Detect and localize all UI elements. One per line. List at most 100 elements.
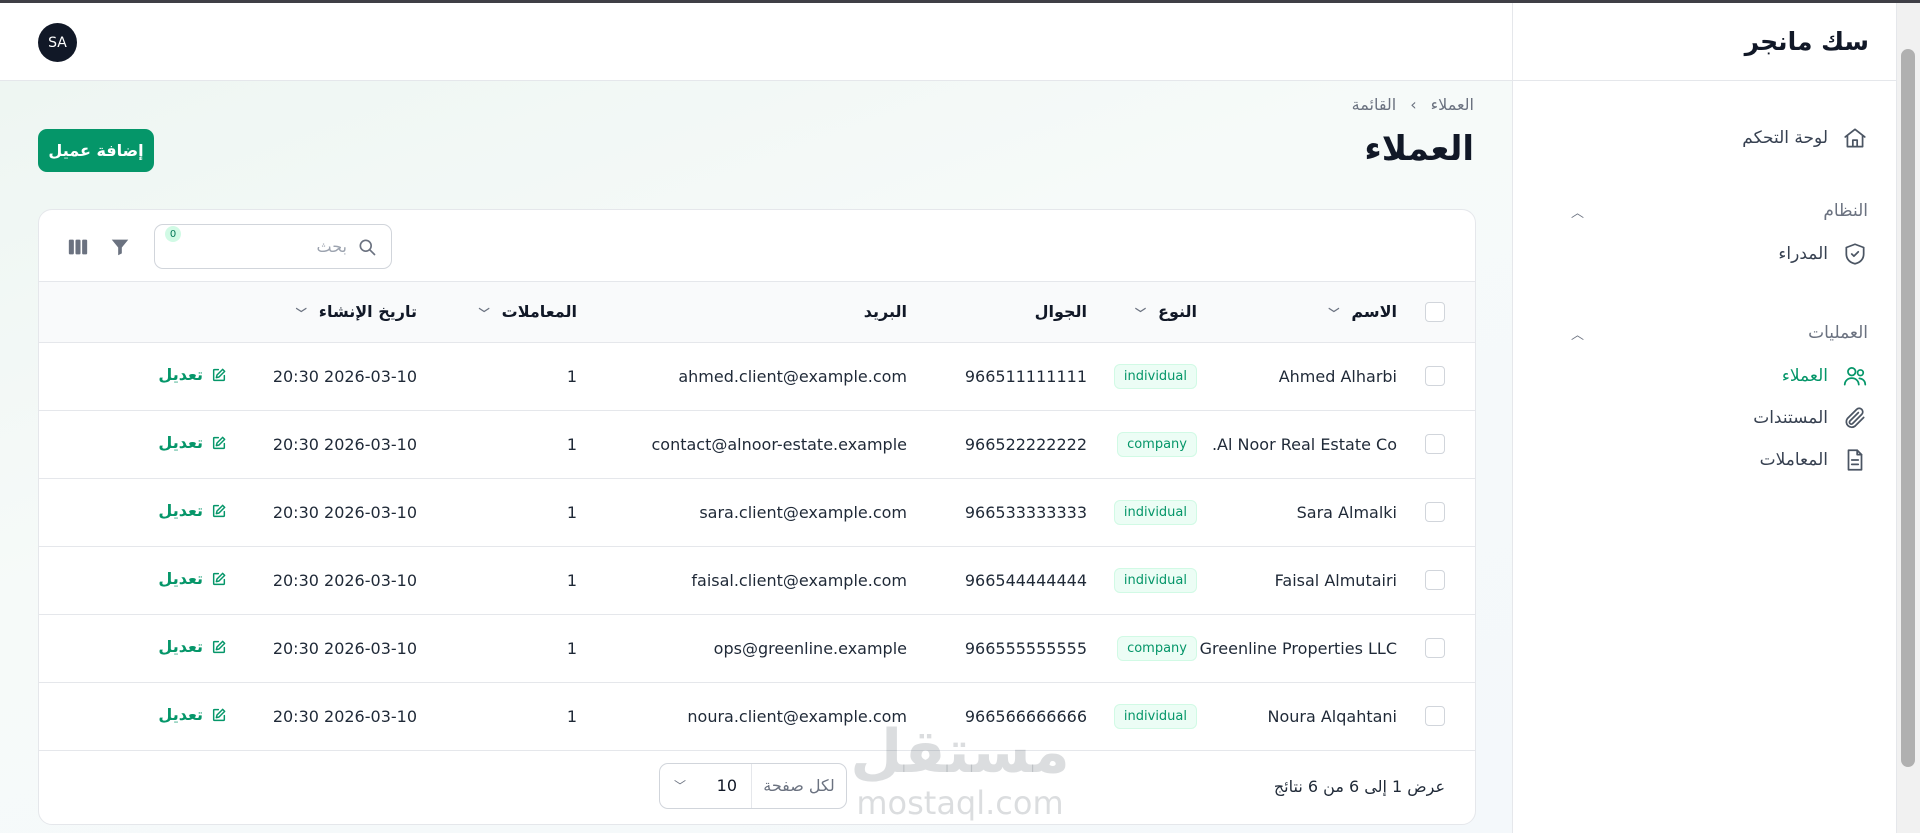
column-header-label: تاريخ الإنشاء xyxy=(318,302,417,322)
sidebar-group-label: العمليات xyxy=(1808,323,1868,343)
type-badge: individual xyxy=(1113,703,1197,729)
chevron-down-icon: ﹀ xyxy=(674,779,687,793)
cell-transactions: 1 xyxy=(566,434,577,454)
add-client-button[interactable]: إضافة عميل xyxy=(38,129,154,172)
cell-phone: 966544444444 xyxy=(964,570,1087,590)
per-page-control: لكل صفحة 10 ﹀ xyxy=(659,762,847,809)
cell-email: sara.client@example.com xyxy=(699,502,907,522)
column-header-label: المعاملات xyxy=(501,302,577,322)
column-header-email: البريد xyxy=(863,302,907,322)
edit-link[interactable]: تعديل xyxy=(158,501,227,520)
sidebar-item-dashboard[interactable]: لوحة التحكم xyxy=(1513,117,1896,159)
search-field[interactable] xyxy=(154,224,392,269)
app-brand: سك مانجر xyxy=(1513,3,1896,81)
topbar: SA xyxy=(0,3,1512,81)
sidebar-item-label: العملاء xyxy=(1781,366,1828,386)
row-checkbox[interactable] xyxy=(1425,434,1445,455)
user-avatar[interactable]: SA xyxy=(38,23,77,62)
type-badge: company xyxy=(1117,431,1197,457)
column-header-transactions[interactable]: المعاملات ﹀ xyxy=(417,282,577,342)
type-badge: company xyxy=(1117,635,1197,661)
type-badge: individual xyxy=(1113,567,1197,593)
cell-email: noura.client@example.com xyxy=(687,706,907,726)
paperclip-icon xyxy=(1845,407,1865,429)
cell-name: Noura Alqahtani xyxy=(1267,706,1397,726)
filter-button[interactable]: 0 xyxy=(109,226,181,258)
results-summary: عرض 1 إلى 6 من 6 نتائج xyxy=(1273,776,1445,796)
sidebar-item-label: المعاملات xyxy=(1759,450,1828,470)
cell-name: Sara Almalki xyxy=(1296,502,1397,522)
column-header-type[interactable]: النوع ﹀ xyxy=(1087,282,1197,342)
table-row: Faisal Almutairi individual 966544444444… xyxy=(39,546,1475,614)
edit-icon xyxy=(212,368,226,381)
edit-label: تعديل xyxy=(158,501,203,521)
cell-phone: 966522222222 xyxy=(964,434,1087,454)
row-checkbox[interactable] xyxy=(1425,366,1445,387)
table-row: Noura Alqahtani individual 966566666666 … xyxy=(39,682,1475,750)
per-page-select[interactable]: 10 ﹀ xyxy=(660,764,751,808)
page-scrollbar[interactable] xyxy=(1896,3,1920,833)
cell-email: faisal.client@example.com xyxy=(691,570,907,590)
columns-toggle-button[interactable] xyxy=(67,236,89,258)
cell-created-at: 2026-03-10 20:30 xyxy=(272,366,417,386)
cell-name: Faisal Almutairi xyxy=(1274,570,1397,590)
sidebar-item-documents[interactable]: المستندات xyxy=(1513,397,1896,439)
cell-created-at: 2026-03-10 20:30 xyxy=(272,434,417,454)
sidebar-nav: لوحة التحكم النظام ︿ المدراء العمليات ︿ … xyxy=(1513,81,1896,481)
edit-link[interactable]: تعديل xyxy=(158,433,227,452)
edit-link[interactable]: تعديل xyxy=(158,637,227,656)
cell-created-at: 2026-03-10 20:30 xyxy=(272,570,417,590)
cell-created-at: 2026-03-10 20:30 xyxy=(272,502,417,522)
edit-link[interactable]: تعديل xyxy=(158,365,227,384)
table-row: Al Noor Real Estate Co. company 96652222… xyxy=(39,410,1475,478)
column-header-label: النوع xyxy=(1158,302,1197,322)
row-checkbox[interactable] xyxy=(1425,638,1445,659)
edit-link[interactable]: تعديل xyxy=(158,705,227,724)
edit-icon xyxy=(212,436,226,449)
scrollbar-thumb[interactable] xyxy=(1901,49,1915,767)
column-header-created-at[interactable]: تاريخ الإنشاء ﹀ xyxy=(227,282,417,342)
sort-chevron-icon: ﹀ xyxy=(1328,307,1340,321)
table-header-row: الاسم ﹀ النوع ﹀ الجوال البريد المعاملات ﹀ ت… xyxy=(39,282,1475,342)
cell-name: Greenline Properties LLC xyxy=(1199,638,1397,658)
row-checkbox[interactable] xyxy=(1425,502,1445,523)
select-all-cell xyxy=(1397,282,1475,342)
column-header-actions xyxy=(39,282,227,342)
breadcrumb-parent[interactable]: العملاء xyxy=(1431,95,1474,114)
cell-created-at: 2026-03-10 20:30 xyxy=(272,706,417,726)
column-header-phone: الجوال xyxy=(1034,302,1087,322)
row-checkbox[interactable] xyxy=(1425,706,1445,727)
breadcrumb: العملاء › القائمة xyxy=(1352,95,1474,114)
cell-transactions: 1 xyxy=(566,570,577,590)
cell-phone: 966555555555 xyxy=(964,638,1087,658)
edit-icon xyxy=(212,572,226,585)
edit-link[interactable]: تعديل xyxy=(158,569,227,588)
sidebar-item-label: المستندات xyxy=(1753,408,1828,428)
cell-name: Al Noor Real Estate Co. xyxy=(1211,434,1397,454)
cell-transactions: 1 xyxy=(566,366,577,386)
per-page-label: لكل صفحة xyxy=(751,763,846,808)
type-badge: individual xyxy=(1113,499,1197,525)
select-all-checkbox[interactable] xyxy=(1425,302,1445,322)
cell-phone: 966533333333 xyxy=(964,502,1087,522)
column-header-name[interactable]: الاسم ﹀ xyxy=(1197,282,1397,342)
search-icon xyxy=(359,239,376,255)
type-badge: individual xyxy=(1113,363,1197,389)
sort-chevron-icon: ﹀ xyxy=(295,307,307,321)
sidebar-group-operations[interactable]: العمليات ︿ xyxy=(1513,311,1896,355)
sidebar-group-system[interactable]: النظام ︿ xyxy=(1513,189,1896,233)
sidebar-item-clients[interactable]: العملاء xyxy=(1513,355,1896,397)
cell-name: Ahmed Alharbi xyxy=(1278,366,1397,386)
sidebar-item-label: لوحة التحكم xyxy=(1742,128,1828,148)
document-icon xyxy=(1847,449,1863,471)
sidebar-item-transactions[interactable]: المعاملات xyxy=(1513,439,1896,481)
sidebar-item-admins[interactable]: المدراء xyxy=(1513,233,1896,275)
cell-transactions: 1 xyxy=(566,638,577,658)
table-row: Sara Almalki individual 966533333333 sar… xyxy=(39,478,1475,546)
search-input[interactable] xyxy=(177,237,347,256)
table-row: Greenline Properties LLC company 9665555… xyxy=(39,614,1475,682)
edit-label: تعديل xyxy=(158,637,203,657)
shield-icon xyxy=(1845,243,1865,265)
row-checkbox[interactable] xyxy=(1425,570,1445,591)
cell-transactions: 1 xyxy=(566,706,577,726)
